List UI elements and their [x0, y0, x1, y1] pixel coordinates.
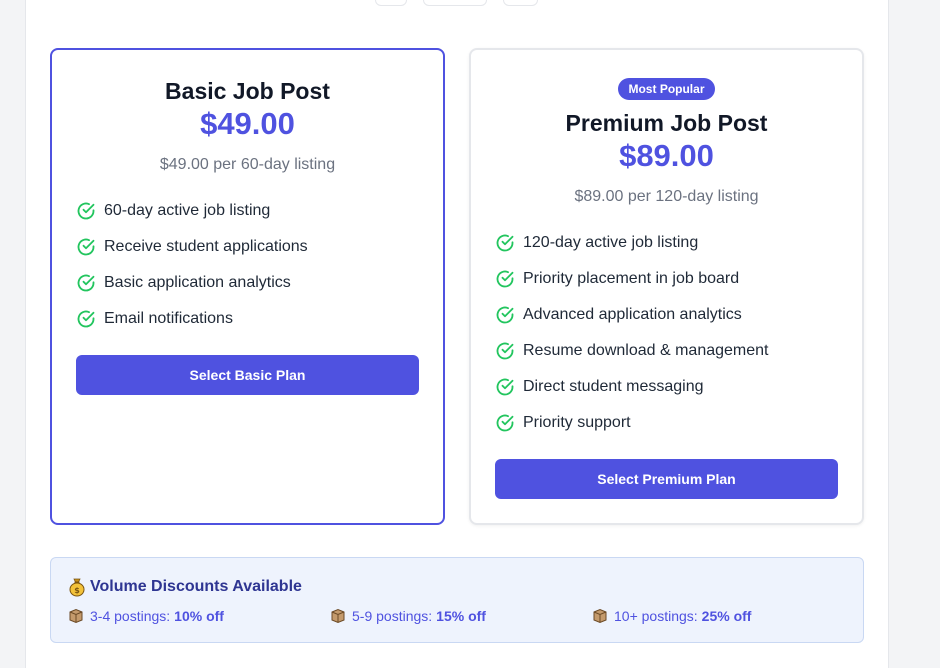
svg-text:$: $ [74, 586, 80, 595]
feature-label: Email notifications [104, 310, 233, 327]
check-circle-icon [496, 342, 514, 360]
package-icon [593, 608, 607, 624]
check-circle-icon [496, 306, 514, 324]
discount-tier-label: 3-4 postings: [90, 608, 171, 624]
check-circle-icon [496, 234, 514, 252]
discount-tier-label: 10+ postings: [614, 608, 698, 624]
discount-tier-value: 25% off [701, 608, 752, 624]
feature-item: Resume download & management [495, 333, 838, 369]
select-basic-plan-button[interactable]: Select Basic Plan [76, 355, 419, 395]
discount-tier-value: 10% off [174, 608, 224, 624]
premium-plan-subtitle: $89.00 per 120-day listing [574, 188, 759, 205]
basic-plan-title: Basic Job Post [165, 78, 330, 104]
check-circle-icon [77, 202, 95, 220]
feature-item: Advanced application analytics [495, 297, 838, 333]
basic-plan-price: $49.00 [200, 106, 295, 141]
premium-plan-title: Premium Job Post [565, 110, 768, 136]
feature-item: Receive student applications [76, 229, 419, 265]
package-icon [331, 608, 345, 624]
discount-tier: 10+ postings: 25% off [592, 606, 751, 626]
check-circle-icon [77, 274, 95, 292]
feature-item: Email notifications [76, 301, 419, 337]
discount-tier-value: 15% off [436, 608, 486, 624]
volume-discounts-box: $ Volume Discounts Available 3-4 posting… [50, 557, 864, 643]
pagination-page-button[interactable] [423, 0, 487, 6]
basic-plan-subtitle: $49.00 per 60-day listing [159, 156, 336, 173]
discount-tiers: 3-4 postings: 10% off 5-9 postings: 15% … [68, 606, 846, 626]
feature-label: Receive student applications [104, 238, 308, 255]
feature-item: Basic application analytics [76, 265, 419, 301]
feature-item: Priority placement in job board [495, 261, 838, 297]
feature-item: 60-day active job listing [76, 193, 419, 229]
pagination-next-button[interactable] [503, 0, 538, 6]
most-popular-badge: Most Popular [618, 78, 715, 100]
money-bag-icon: $ [69, 578, 85, 597]
discount-tier-label: 5-9 postings: [352, 608, 433, 624]
volume-discounts-heading: $ Volume Discounts Available [68, 576, 846, 598]
feature-label: Advanced application analytics [523, 306, 742, 323]
feature-label: Direct student messaging [523, 378, 704, 395]
feature-label: Priority placement in job board [523, 270, 740, 287]
check-circle-icon [496, 414, 514, 432]
feature-label: Resume download & management [523, 342, 769, 359]
premium-plan-card: Most Popular Premium Job Post $89.00 $89… [469, 48, 864, 525]
feature-item: 120-day active job listing [495, 225, 838, 261]
premium-plan-price: $89.00 [619, 138, 714, 173]
pagination-prev-button[interactable] [375, 0, 407, 6]
check-circle-icon [77, 238, 95, 256]
check-circle-icon [77, 310, 95, 328]
feature-label: Priority support [523, 414, 631, 431]
feature-label: Basic application analytics [104, 274, 291, 291]
volume-discounts-title: Volume Discounts Available [90, 578, 302, 595]
discount-tier: 3-4 postings: 10% off [68, 606, 330, 626]
package-icon [69, 608, 83, 624]
feature-item: Priority support [495, 405, 838, 441]
premium-feature-list: 120-day active job listing Priority plac… [471, 225, 862, 441]
discount-tier: 5-9 postings: 15% off [330, 606, 592, 626]
feature-item: Direct student messaging [495, 369, 838, 405]
basic-feature-list: 60-day active job listing Receive studen… [52, 193, 443, 337]
basic-plan-card: Basic Job Post $49.00 $49.00 per 60-day … [50, 48, 445, 525]
check-circle-icon [496, 378, 514, 396]
feature-label: 60-day active job listing [104, 202, 271, 219]
feature-label: 120-day active job listing [523, 234, 699, 251]
check-circle-icon [496, 270, 514, 288]
select-premium-plan-button[interactable]: Select Premium Plan [495, 459, 838, 499]
